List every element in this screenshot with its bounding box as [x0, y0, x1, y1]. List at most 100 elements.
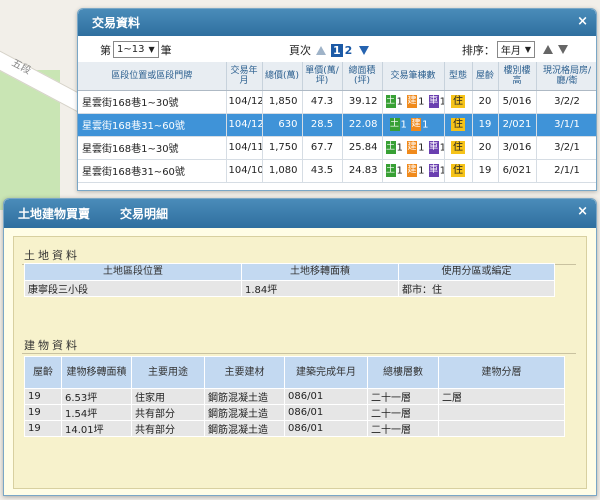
column-header: 主要建材 [204, 356, 285, 389]
sort-ascending-icon[interactable] [543, 45, 553, 54]
page-label: 頁次 [289, 44, 311, 57]
list-window-title: 交易資料 [92, 16, 141, 30]
table-row-selected[interactable]: 星雲街168巷31~60號 104/12 630 28.5 22.08 土1 建… [78, 113, 596, 137]
building-floors: 二十一層 [367, 404, 439, 421]
row-address: 星雲街168巷1~30號 [78, 90, 227, 114]
sort-descending-icon[interactable] [558, 45, 568, 54]
building-badge-icon: 建 [411, 118, 422, 131]
column-header: 總樓層數 [367, 356, 439, 389]
row-floor: 2/021 [498, 113, 537, 137]
row-type: 住 [444, 159, 473, 183]
land-count: 1 [396, 96, 403, 108]
detail-window-title: 土地建物買賣 [18, 207, 91, 221]
building-use: 共有部分 [131, 404, 205, 421]
building-age: 19 [24, 420, 62, 437]
list-window-titlebar[interactable]: 交易資料 × [78, 9, 596, 36]
column-header[interactable]: 交易筆棟數 [382, 62, 445, 91]
row-floor: 5/016 [498, 90, 537, 114]
building-age: 19 [24, 404, 62, 421]
range-prefix: 第 [100, 43, 111, 57]
column-header: 使用分區或編定 [398, 263, 555, 281]
column-header[interactable]: 總價(萬) [262, 62, 303, 91]
detail-window-titlebar[interactable]: 土地建物買賣 交易明細 × [4, 199, 596, 228]
close-icon[interactable]: × [577, 204, 588, 219]
land-location: 康寧段三小段 [24, 280, 242, 297]
row-total-price: 1,750 [262, 136, 303, 160]
building-count: 1 [418, 142, 425, 154]
land-header-row: 土地區段位置 土地移轉面積 使用分區或編定 [24, 263, 555, 281]
land-area: 1.84坪 [241, 280, 399, 297]
parking-badge-icon: 車 [428, 164, 439, 177]
parking-count: 1 [440, 166, 443, 177]
column-header[interactable]: 樓別樓高 [498, 62, 537, 91]
column-header[interactable]: 交易年月 [226, 62, 263, 91]
sort-select-value: 年月 [500, 46, 521, 57]
close-icon[interactable]: × [577, 14, 588, 29]
column-header: 主要用途 [131, 356, 205, 389]
row-type: 住 [444, 90, 473, 114]
column-header[interactable]: 總面積(坪) [342, 62, 383, 91]
row-counts: 土1 建1 [382, 113, 445, 137]
row-area: 24.83 [342, 159, 383, 183]
row-total-price: 1,850 [262, 90, 303, 114]
row-counts: 土1 建1 車1 [382, 136, 445, 160]
transaction-list-window: 交易資料 × 第 1~13 ▼ 筆 頁次 1 2 排序： 年月 ▼ 區段位置或區… [77, 8, 597, 191]
dropdown-arrow-icon: ▼ [148, 45, 155, 54]
row-unit-price: 67.7 [302, 136, 343, 160]
building-level: 二層 [438, 388, 565, 405]
row-area: 39.12 [342, 90, 383, 114]
column-header[interactable]: 型態 [444, 62, 473, 91]
list-toolbar: 第 1~13 ▼ 筆 頁次 1 2 排序： 年月 ▼ [78, 36, 596, 62]
row-address: 星雲街168巷31~60號 [78, 113, 227, 137]
building-row: 19 6.53坪 住家用 鋼筋混凝土造 086/01 二十一層 二層 [24, 388, 565, 405]
column-header[interactable]: 區段位置或區段門牌 [78, 62, 227, 91]
column-header[interactable]: 現況格局房/廳/衛 [536, 62, 596, 91]
row-total-price: 1,080 [262, 159, 303, 183]
land-badge-icon: 土 [385, 141, 396, 154]
building-age: 19 [24, 388, 62, 405]
column-header: 建築完成年月 [284, 356, 368, 389]
row-address: 星雲街168巷1~30號 [78, 136, 227, 160]
range-select-value: 1~13 [117, 44, 145, 55]
dropdown-arrow-icon: ▼ [524, 45, 531, 54]
sort-select[interactable]: 年月 ▼ [496, 41, 535, 58]
row-type: 住 [444, 136, 473, 160]
row-layout: 3/2/2 [536, 90, 596, 114]
building-material: 鋼筋混凝土造 [204, 404, 285, 421]
transaction-table: 區段位置或區段門牌 交易年月 總價(萬) 單價(萬/坪) 總面積(坪) 交易筆棟… [78, 62, 596, 183]
column-header[interactable]: 屋齡 [472, 62, 499, 91]
land-table: 土地區段位置 土地移轉面積 使用分區或編定 康寧段三小段 1.84坪 都市：住 [24, 263, 555, 297]
table-row[interactable]: 星雲街168巷1~30號 104/11 1,750 67.7 25.84 土1 … [78, 136, 596, 160]
row-layout: 3/1/1 [536, 113, 596, 137]
building-area: 1.54坪 [61, 404, 132, 421]
type-badge: 住 [451, 141, 465, 154]
row-floor: 6/021 [498, 159, 537, 183]
land-badge-icon: 土 [385, 95, 396, 108]
column-header: 屋齡 [24, 356, 62, 389]
range-select[interactable]: 1~13 ▼ [113, 41, 159, 58]
detail-panel: 土地資料 土地區段位置 土地移轉面積 使用分區或編定 康寧段三小段 1.84坪 … [13, 236, 587, 489]
table-row[interactable]: 星雲街168巷1~30號 104/12 1,850 47.3 39.12 土1 … [78, 90, 596, 114]
prev-page-icon[interactable] [316, 45, 326, 55]
page-1-link[interactable]: 1 [331, 43, 343, 57]
row-counts: 土1 建1 車1 [382, 159, 445, 183]
column-header: 土地區段位置 [24, 263, 242, 281]
sort-label: 排序： [461, 43, 495, 57]
pagination: 頁次 1 2 [289, 42, 374, 58]
row-area: 25.84 [342, 136, 383, 160]
type-badge: 住 [451, 118, 465, 131]
page-2-link[interactable]: 2 [343, 44, 355, 57]
building-row: 19 1.54坪 共有部分 鋼筋混凝土造 086/01 二十一層 [24, 404, 565, 421]
building-material: 鋼筋混凝土造 [204, 388, 285, 405]
next-page-icon[interactable] [359, 45, 370, 55]
building-use: 住家用 [131, 388, 205, 405]
building-badge-icon: 建 [407, 164, 418, 177]
row-date: 104/12 [226, 113, 263, 137]
column-header[interactable]: 單價(萬/坪) [302, 62, 343, 91]
building-completed: 086/01 [284, 388, 368, 405]
column-header: 建物移轉面積 [61, 356, 132, 389]
row-address: 星雲街168巷31~60號 [78, 159, 227, 183]
building-completed: 086/01 [284, 404, 368, 421]
row-age: 19 [472, 113, 499, 137]
table-row[interactable]: 星雲街168巷31~60號 104/10 1,080 43.5 24.83 土1… [78, 159, 596, 183]
